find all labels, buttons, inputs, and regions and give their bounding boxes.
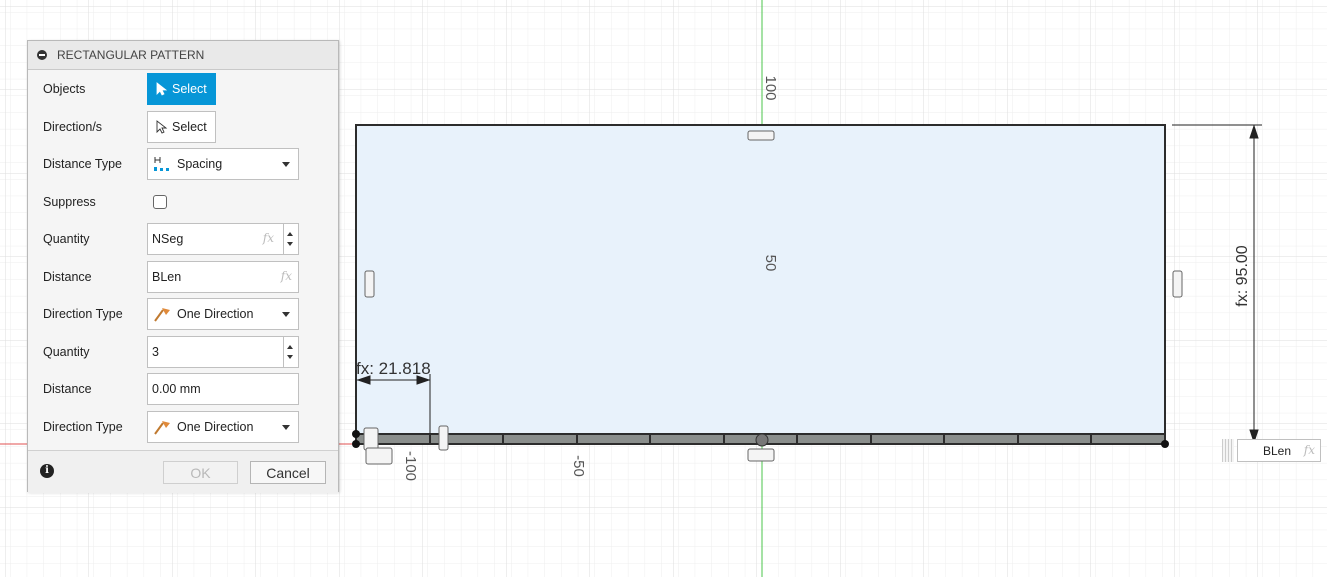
height-dimension-value[interactable]: fx: 95.00 [1234, 245, 1251, 306]
row-label: Distance Type [43, 157, 122, 171]
axis-label-minus-100: -100 [402, 451, 419, 481]
objects-select-button[interactable]: Select [147, 73, 216, 105]
distance-value: BLen [152, 270, 182, 284]
axis-label-100: 100 [762, 75, 779, 100]
dialog-title: RECTANGULAR PATTERN [57, 48, 205, 62]
dialog-header[interactable]: RECTANGULAR PATTERN [28, 41, 338, 70]
cursor-arrow-icon [156, 120, 168, 134]
direction-type-dropdown[interactable]: One Direction [147, 298, 299, 330]
corner-point[interactable] [352, 430, 360, 438]
corner-point[interactable] [1161, 440, 1169, 448]
dimension-input-grip[interactable] [1222, 439, 1234, 462]
suppress-checkbox[interactable] [153, 195, 167, 209]
chevron-down-icon [282, 162, 290, 167]
info-icon[interactable]: i [40, 464, 54, 478]
row-label: Direction Type [43, 420, 123, 434]
row-distance-1: Distance BLen fx [28, 259, 338, 296]
row-label: Direction/s [43, 120, 103, 134]
dimension-input-value: BLen [1263, 444, 1292, 458]
row-direction-type-1: Direction Type One Direction [28, 296, 338, 333]
stepper-up-icon[interactable] [287, 345, 293, 349]
dialog-footer: i OK Cancel [28, 450, 338, 493]
cursor-arrow-icon [156, 82, 168, 96]
distance-type-dropdown[interactable]: Spacing [147, 148, 299, 180]
distance-value: 0.00 mm [152, 382, 201, 396]
direction-type-value: One Direction [177, 307, 254, 321]
row-label: Quantity [43, 345, 90, 359]
one-direction-icon [154, 308, 170, 322]
corner-point[interactable] [352, 440, 360, 448]
row-label: Objects [43, 82, 86, 96]
quantity-value: NSeg [152, 232, 184, 246]
stepper-down-icon[interactable] [287, 242, 293, 246]
rectangular-pattern-dialog: RECTANGULAR PATTERN Objects Select Direc… [27, 40, 339, 493]
distance-type-value: Spacing [177, 157, 223, 171]
collapse-icon[interactable] [37, 50, 47, 60]
row-label: Distance [43, 270, 92, 284]
fx-icon[interactable]: fx [263, 231, 274, 245]
stepper-up-icon[interactable] [287, 232, 293, 236]
row-label: Suppress [43, 195, 96, 209]
quantity-input[interactable]: NSeg fx [147, 223, 299, 255]
spacing-icon [154, 157, 169, 171]
row-direction-type-2: Direction Type One Direction [28, 409, 338, 446]
fx-icon[interactable]: fx [281, 269, 292, 283]
distance-input[interactable]: BLen fx [147, 261, 299, 293]
directions-select-button[interactable]: Select [147, 111, 216, 143]
row-label: Distance [43, 382, 92, 396]
cancel-button[interactable]: Cancel [250, 461, 326, 484]
width-dimension-value[interactable]: fx: 21.818 [356, 359, 431, 378]
ok-button[interactable]: OK [163, 461, 238, 484]
quantity-value: 3 [152, 345, 159, 359]
direction-type-dropdown[interactable]: One Direction [147, 411, 299, 443]
row-suppress: Suppress [28, 184, 338, 221]
row-distance-2: Distance 0.00 mm [28, 371, 338, 408]
quantity-input[interactable]: 3 [147, 336, 299, 368]
axis-label-50: 50 [762, 255, 779, 272]
axis-label-minus-50: -50 [570, 455, 587, 477]
row-distance-type: Distance Type Spacing [28, 146, 338, 183]
stepper-down-icon[interactable] [287, 355, 293, 359]
fx-icon[interactable]: fx [1304, 443, 1315, 457]
objects-select-label: Select [172, 82, 207, 96]
chevron-down-icon [282, 425, 290, 430]
quantity-stepper[interactable] [283, 224, 298, 254]
quantity-stepper[interactable] [283, 337, 298, 367]
one-direction-icon [154, 421, 170, 435]
directions-select-label: Select [172, 120, 207, 134]
sketch-rectangle[interactable] [355, 124, 1166, 444]
dimension-input[interactable]: BLen fx [1237, 439, 1321, 462]
row-label: Quantity [43, 232, 90, 246]
direction-type-value: One Direction [177, 420, 254, 434]
row-directions: Direction/s Select [28, 109, 338, 146]
row-quantity-1: Quantity NSeg fx [28, 221, 338, 258]
row-label: Direction Type [43, 307, 123, 321]
chevron-down-icon [282, 312, 290, 317]
midpoint-marker [755, 433, 769, 447]
distance-input[interactable]: 0.00 mm [147, 373, 299, 405]
row-objects: Objects Select [28, 71, 338, 108]
row-quantity-2: Quantity 3 [28, 334, 338, 371]
